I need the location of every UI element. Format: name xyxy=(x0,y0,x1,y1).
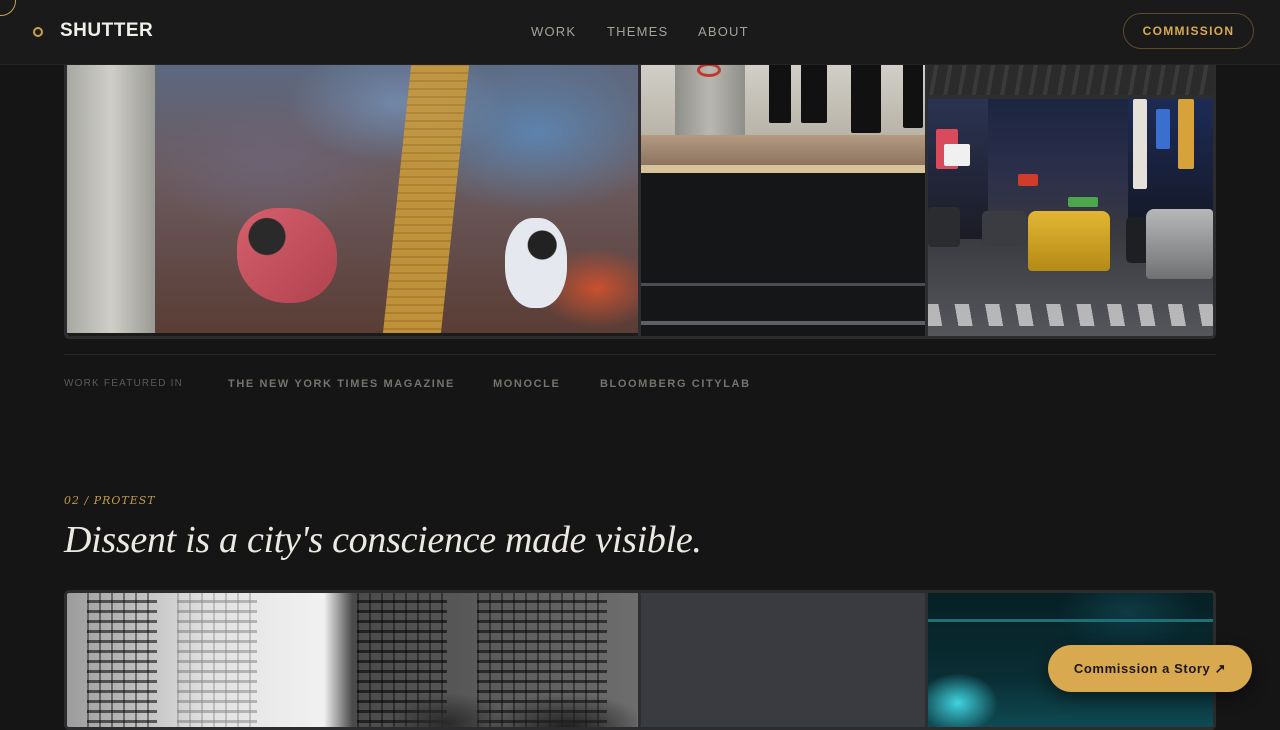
nav-link-themes[interactable]: THEMES xyxy=(607,24,668,39)
photo-detail xyxy=(903,58,923,128)
photo-grid-commute xyxy=(64,40,1216,339)
publication-bloomberg-citylab: BLOOMBERG CITYLAB xyxy=(600,378,751,390)
photo-detail xyxy=(237,208,337,303)
section-kicker: 02 / PROTEST xyxy=(64,494,156,507)
photo-detail xyxy=(641,165,925,173)
publication-monocle: MONOCLE xyxy=(493,378,561,390)
photo-detail xyxy=(382,63,470,336)
top-navigation-bar: SHUTTER WORK THEMES ABOUT COMMISSION xyxy=(0,0,1280,65)
photo-detail xyxy=(928,619,1213,622)
subway-platform-photo[interactable] xyxy=(641,43,925,336)
nav-link-work[interactable]: WORK xyxy=(531,24,576,39)
featured-in-label: WORK FEATURED IN xyxy=(64,378,184,389)
photo-detail xyxy=(67,333,638,336)
loading-photo-placeholder xyxy=(641,593,925,727)
brand-logo[interactable]: SHUTTER xyxy=(60,20,153,42)
photo-detail xyxy=(697,63,721,77)
photo-detail xyxy=(928,207,960,247)
section-title: Dissent is a city's conscience made visi… xyxy=(64,519,702,561)
nav-link-about[interactable]: ABOUT xyxy=(698,24,749,39)
photo-detail xyxy=(1018,174,1038,186)
photo-grid-protest xyxy=(64,590,1216,730)
photo-detail xyxy=(944,144,970,166)
photo-detail xyxy=(1156,109,1170,149)
times-square-street-photo[interactable] xyxy=(928,99,1213,336)
photo-detail xyxy=(1178,99,1194,169)
section-divider xyxy=(64,354,1216,355)
towers-bw-photo[interactable] xyxy=(67,593,638,727)
photo-detail xyxy=(387,683,637,727)
crowd-motion-photo[interactable] xyxy=(67,43,638,336)
photo-detail xyxy=(982,211,1026,247)
photo-detail xyxy=(1028,211,1110,271)
photo-detail xyxy=(505,218,567,308)
publication-nyt-magazine: THE NEW YORK TIMES MAGAZINE xyxy=(228,378,455,390)
photo-detail xyxy=(67,43,155,336)
photo-detail xyxy=(87,593,157,727)
commission-button[interactable]: COMMISSION xyxy=(1123,13,1254,49)
corner-ring-icon xyxy=(0,0,16,16)
photo-detail xyxy=(641,321,925,325)
photo-detail xyxy=(1133,99,1147,189)
commission-story-button[interactable]: Commission a Story ↗ xyxy=(1048,645,1252,692)
photo-detail xyxy=(641,283,925,286)
photo-detail xyxy=(1068,197,1098,207)
photo-detail xyxy=(1146,209,1213,279)
photo-detail xyxy=(177,593,257,727)
photo-detail xyxy=(928,304,1213,326)
photo-detail xyxy=(641,135,925,165)
ring-dot-icon xyxy=(33,27,43,37)
